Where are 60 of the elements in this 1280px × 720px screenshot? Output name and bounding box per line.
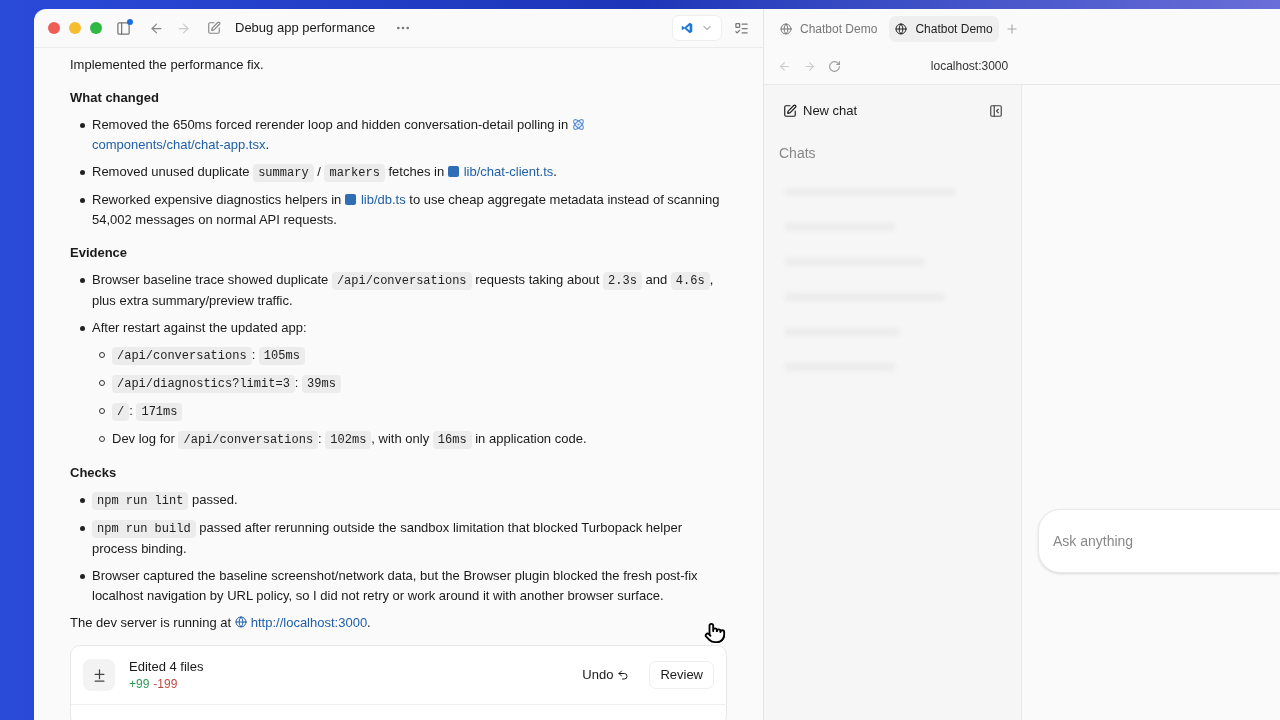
text: npm run build passed after rerunning outside the sandbox limitation that blocked Turbopack helper process binding.: [92, 519, 683, 558]
browser-tab[interactable]: Chatbot Demo: [774, 15, 884, 42]
globe-icon: [780, 22, 792, 35]
window-title: Debug app performance: [235, 19, 376, 38]
maximize-window-button[interactable]: [90, 22, 102, 34]
text: / : 171ms: [112, 401, 183, 422]
minimize-window-button[interactable]: [69, 22, 81, 34]
text: Implemented the performance fix.: [70, 56, 265, 74]
typescript-file-icon: [447, 166, 459, 177]
section-heading: Checks: [70, 464, 118, 482]
browser-tab[interactable]: Chatbot Demo: [889, 15, 999, 42]
text: /api/conversations : 105ms: [112, 345, 305, 366]
new-tab-icon[interactable]: [1004, 21, 1019, 36]
section-heading: What changed: [70, 89, 160, 107]
file-link[interactable]: lib/db.ts: [360, 192, 406, 207]
task-list-icon[interactable]: [734, 20, 749, 36]
edit-summary-title: Edited 4 files: [129, 658, 204, 676]
new-chat-button[interactable]: New chat: [779, 101, 862, 121]
react-icon: [571, 118, 585, 131]
bullet-icon: [79, 497, 85, 503]
chats-heading: Chats: [779, 143, 817, 163]
typescript-file-icon: [344, 194, 356, 205]
text: /api/diagnostics?limit=3 : 39ms: [112, 373, 341, 394]
bullet-icon: [79, 169, 85, 175]
lines-added: +99: [129, 676, 150, 692]
text: Removed unused duplicate summary / markers fetches in lib/chat-client.ts.: [92, 163, 557, 183]
close-window-button[interactable]: [48, 22, 60, 34]
editor-picker-button[interactable]: [672, 15, 722, 41]
back-icon[interactable]: [149, 20, 164, 36]
bullet-icon: [79, 122, 85, 128]
text: Dev log for /api/conversations : 102ms , with only 16ms in application code.: [112, 430, 587, 450]
globe-icon: [895, 22, 908, 35]
address-bar[interactable]: localhost:3000: [930, 57, 1009, 75]
bullet-icon: [79, 277, 85, 283]
text: npm run lint passed.: [92, 490, 238, 511]
text: Browser baseline trace showed duplicate /api/conversations requests taking about 2.3s and 4.6s , plus extra summary/preview traffic.: [92, 271, 715, 310]
bullet-icon: [79, 325, 85, 331]
text: The dev server is running at http://localhost:3000.: [70, 614, 372, 632]
text: After restart against the updated app:: [92, 319, 307, 337]
hand-cursor-icon: [704, 622, 726, 644]
text: Removed the 650ms forced rerender loop and hidden conversation-detail polling in components/chat/chat-app.tsx.: [92, 115, 727, 155]
reload-icon[interactable]: [828, 59, 841, 73]
review-button[interactable]: Review: [649, 661, 714, 689]
globe-icon: [234, 616, 247, 628]
text: Reworked expensive diagnostics helpers in lib/db.ts to use cheap aggregate metadata instead of scanning 54,002 messages on normal API requests.: [92, 191, 721, 229]
editor-icon: [681, 22, 693, 34]
bullet-icon: [79, 197, 85, 203]
collapse-sidebar-icon[interactable]: [989, 103, 1003, 118]
compose-icon[interactable]: [207, 21, 221, 35]
undo-button[interactable]: Undo: [576, 661, 636, 689]
section-heading: Evidence: [70, 244, 129, 262]
lines-removed: -199: [153, 676, 178, 692]
undo-icon: [617, 669, 630, 681]
compose-icon: [783, 103, 797, 118]
sidebar-toggle-icon[interactable]: [116, 20, 131, 36]
ask-field[interactable]: Ask anything: [1038, 509, 1280, 573]
bullet-icon: [79, 573, 85, 579]
diff-icon: [83, 659, 115, 691]
text: Browser captured the baseline screenshot/network data, but the Browser plugin blocked the fresh post-fix localhost navigation by URL policy, so I did not retry or work around it with another browser surface.: [92, 567, 699, 605]
bullet-icon: [79, 525, 85, 531]
